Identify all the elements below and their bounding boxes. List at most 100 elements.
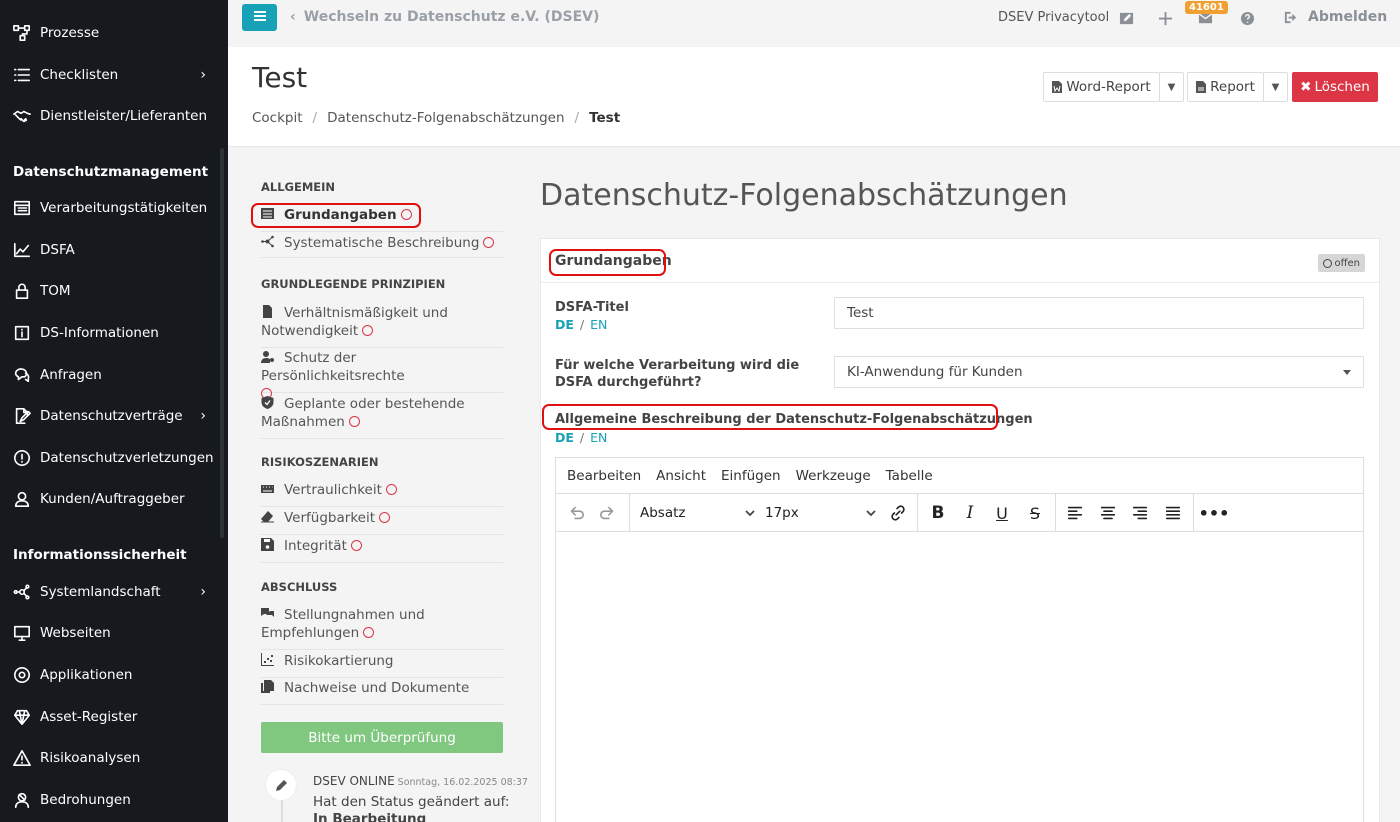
sidebar-item-kunden[interactable]: Kunden/Auftraggeber (0, 479, 228, 519)
align-center-icon[interactable] (1096, 499, 1120, 527)
keyboard-icon (261, 482, 275, 495)
timeline-text: Hat den Status geändert auf: (313, 794, 510, 810)
align-justify-icon[interactable] (1161, 499, 1185, 527)
editor-toolbar: Absatz 17px B I U S ••• (556, 494, 1363, 532)
delete-label: Löschen (1314, 79, 1370, 95)
sidebar-item-checklisten[interactable]: Checklisten › (0, 55, 228, 95)
sidebar-item-risikoanalysen[interactable]: Risikoanalysen (0, 738, 228, 778)
sidebar-item-webseiten[interactable]: Webseiten (0, 613, 228, 653)
subnav-item-label: Schutz der Persönlichkeitsrechte (261, 350, 405, 384)
sidebar-item-tom[interactable]: TOM (0, 271, 228, 311)
sidebar-item-ds-informationen[interactable]: DS-Informationen (0, 313, 228, 353)
chevron-down-icon (866, 510, 876, 517)
sidebar-item-applikationen[interactable]: Applikationen (0, 655, 228, 695)
more-options-icon[interactable]: ••• (1199, 499, 1230, 527)
processing-select[interactable]: KI-Anwendung für Kunden (834, 356, 1364, 388)
align-right-icon[interactable] (1128, 499, 1152, 527)
lang-de-link[interactable]: DE (555, 317, 574, 332)
status-badge: offen (1317, 254, 1365, 272)
editor-content-area[interactable] (556, 533, 1363, 822)
alert-icon (12, 448, 32, 468)
italic-icon[interactable]: I (958, 499, 982, 527)
report-button[interactable]: Report (1187, 72, 1264, 102)
breadcrumb: Cockpit / Datenschutz-Folgenabschätzunge… (252, 110, 620, 126)
scatter-chart-icon (261, 653, 275, 666)
help-icon[interactable] (1238, 9, 1256, 27)
sidebar-item-dienstleister[interactable]: Dienstleister/Lieferanten (0, 96, 228, 136)
content-area: ALLGEMEIN Grundangaben Systematische Bes… (228, 148, 1400, 822)
sidebar-item-datenschutzvertraege[interactable]: Datenschutzverträge › (0, 396, 228, 436)
circle-icon (1322, 258, 1332, 268)
undo-icon[interactable] (564, 499, 588, 527)
sidebar-item-datenschutzverletzungen[interactable]: Datenschutzverletzungen (0, 438, 228, 478)
word-report-dropdown-button[interactable]: ▼ (1159, 72, 1184, 102)
font-size-value: 17px (765, 505, 799, 521)
chevron-down-icon (745, 510, 755, 517)
request-review-button[interactable]: Bitte um Überprüfung (261, 722, 503, 753)
subnav-item-verfuegbarkeit[interactable]: Verfügbarkeit (261, 509, 503, 535)
switch-organization-link[interactable]: ‹ Wechseln zu Datenschutz e.V. (DSEV) (290, 9, 599, 25)
menu-werkzeuge[interactable]: Werkzeuge (796, 468, 871, 484)
subnav-item-systematische-beschreibung[interactable]: Systematische Beschreibung (261, 234, 503, 258)
menu-einfuegen[interactable]: Einfügen (721, 468, 781, 484)
sidebar-item-anfragen[interactable]: Anfragen (0, 355, 228, 395)
subnav-item-nachweise[interactable]: Nachweise und Dokumente (261, 679, 503, 705)
warning-icon (12, 748, 32, 768)
sidebar-item-label: Datenschutzverträge (40, 408, 183, 424)
sidebar-item-label: Anfragen (40, 367, 102, 383)
align-left-icon[interactable] (1063, 499, 1087, 527)
chevron-right-icon: › (200, 584, 206, 600)
form-card: Grundangaben offen DSFA-Titel DE / EN Test… (540, 238, 1380, 822)
word-report-button[interactable]: Word-Report (1043, 72, 1160, 102)
block-format-dropdown[interactable]: Absatz (640, 499, 756, 527)
redo-icon[interactable] (596, 499, 620, 527)
chat-icon (12, 365, 32, 385)
subnav-item-integritaet[interactable]: Integrität (261, 537, 503, 563)
sidebar-item-systemlandschaft[interactable]: Systemlandschaft › (0, 572, 228, 612)
breadcrumb-item-current: Test (589, 110, 621, 126)
sidebar: Prozesse Checklisten › Dienstleister/Lie… (0, 0, 228, 822)
menu-bearbeiten[interactable]: Bearbeiten (567, 468, 641, 484)
plus-icon[interactable] (1156, 9, 1174, 27)
word-file-icon (1052, 81, 1063, 93)
sidebar-item-asset-register[interactable]: Asset-Register (0, 697, 228, 737)
close-icon: ✖ (1300, 79, 1312, 95)
status-ring-icon (350, 540, 362, 551)
sidebar-item-prozesse[interactable]: Prozesse (0, 13, 228, 53)
dsfa-title-field[interactable]: Test (834, 297, 1364, 329)
link-icon[interactable] (886, 499, 910, 527)
breadcrumb-item-dsfa[interactable]: Datenschutz-Folgenabschätzungen (327, 110, 564, 126)
delete-button[interactable]: ✖ Löschen (1292, 72, 1378, 102)
strikethrough-icon[interactable]: S (1023, 499, 1047, 527)
report-dropdown-button[interactable]: ▼ (1263, 72, 1288, 102)
chevron-left-icon: ‹ (290, 9, 296, 25)
breadcrumb-item-cockpit[interactable]: Cockpit (252, 110, 303, 126)
sidebar-item-bedrohungen[interactable]: Bedrohungen (0, 780, 228, 820)
menu-toggle-button[interactable] (242, 4, 277, 31)
subnav-item-risikokartierung[interactable]: Risikokartierung (261, 652, 503, 678)
lang-de-link[interactable]: DE (555, 430, 574, 445)
subnav-item-verhaeltnismaessigkeit[interactable]: Verhältnismäßigkeit und Notwendigkeit (261, 304, 503, 348)
timeline-line (281, 800, 283, 822)
subnav-item-schutz-persoenlichkeitsrechte[interactable]: Schutz der Persönlichkeitsrechte (261, 349, 503, 399)
lang-en-link[interactable]: EN (590, 430, 607, 445)
subnav-item-vertraulichkeit[interactable]: Vertraulichkeit (261, 481, 503, 507)
sidebar-item-verarbeitung[interactable]: Verarbeitungstätigkeiten (0, 188, 228, 228)
subnav-item-stellungnahmen[interactable]: Stellungnahmen und Empfehlungen (261, 606, 503, 650)
highlight-annotation (542, 404, 998, 430)
bold-icon[interactable]: B (926, 499, 950, 527)
document-icon (261, 305, 275, 318)
lang-separator: / (579, 317, 585, 332)
copy-icon (261, 680, 275, 693)
subnav-item-massnahmen[interactable]: Geplante oder bestehende Maßnahmen (261, 395, 503, 439)
save-icon (261, 538, 275, 551)
menu-tabelle[interactable]: Tabelle (886, 468, 933, 484)
sidebar-item-dsfa[interactable]: DSFA (0, 230, 228, 270)
font-size-dropdown[interactable]: 17px (765, 499, 877, 527)
menu-ansicht[interactable]: Ansicht (656, 468, 706, 484)
lang-en-link[interactable]: EN (590, 317, 607, 332)
eraser-icon (261, 510, 275, 523)
underline-icon[interactable]: U (990, 499, 1014, 527)
logout-link[interactable]: Abmelden (1283, 9, 1387, 25)
edit-icon[interactable] (1117, 9, 1135, 27)
